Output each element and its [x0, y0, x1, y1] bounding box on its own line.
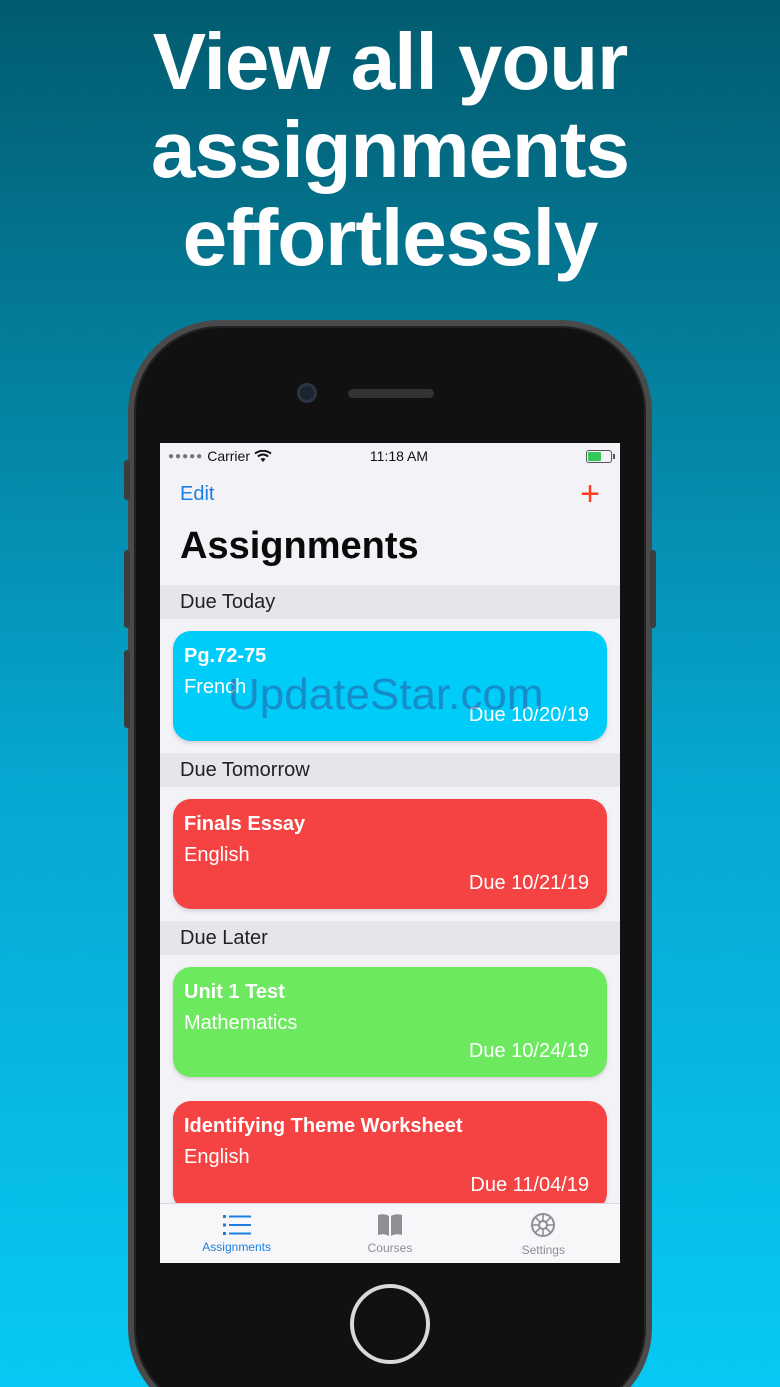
status-bar: ●●●●● Carrier 11:18 AM [160, 443, 620, 469]
phone-power-button [650, 550, 656, 628]
headline-line-3: effortlessly [182, 193, 599, 282]
earpiece-speaker [348, 389, 434, 398]
assignment-course: Mathematics [184, 1012, 298, 1034]
tab-settings[interactable]: Settings [483, 1211, 603, 1257]
assignment-card[interactable]: Unit 1 Test Mathematics Due 10/24/19 [173, 967, 607, 1077]
assignment-due-date: Due 11/04/19 [470, 1174, 589, 1196]
signal-dots-icon: ●●●●● [168, 450, 204, 462]
assignment-card[interactable]: Identifying Theme Worksheet English Due … [173, 1101, 607, 1211]
list-icon [222, 1214, 251, 1235]
headline-line-1: View all your [152, 17, 629, 106]
tab-label: Assignments [202, 1239, 271, 1254]
section-header: Due Today [160, 585, 620, 619]
gear-icon [531, 1212, 556, 1237]
assignment-card[interactable]: Finals Essay English Due 10/21/19 [173, 799, 607, 909]
assignment-course: English [184, 1146, 250, 1168]
section-due-later: Due Later Unit 1 Test Mathematics Due 10… [160, 921, 620, 1223]
assignment-course: English [184, 844, 250, 866]
page-title: Assignments [180, 525, 419, 567]
app-screen: ●●●●● Carrier 11:18 AM Edit + Assignment… [160, 443, 620, 1263]
assignment-title: Unit 1 Test [184, 981, 285, 1003]
section-due-tomorrow: Due Tomorrow Finals Essay English Due 10… [160, 753, 620, 921]
phone-volume-down [124, 650, 130, 728]
status-time: 11:18 AM [369, 448, 429, 464]
section-due-today: Due Today Pg.72-75 French Due 10/20/19 [160, 585, 620, 753]
front-camera [297, 383, 317, 403]
promo-headline: View all your assignments effortlessly [0, 18, 780, 282]
section-header: Due Tomorrow [160, 753, 620, 787]
add-assignment-button[interactable]: + [580, 477, 600, 511]
home-button[interactable] [350, 1284, 430, 1364]
phone-volume-up [124, 550, 130, 628]
assignment-card[interactable]: Pg.72-75 French Due 10/20/19 [173, 631, 607, 741]
assignment-due-date: Due 10/24/19 [468, 1040, 589, 1062]
edit-button[interactable]: Edit [180, 483, 214, 506]
book-icon [377, 1213, 402, 1236]
navigation-bar: Edit + [160, 469, 620, 519]
wifi-icon [254, 449, 272, 462]
assignment-title: Finals Essay [184, 813, 306, 835]
assignment-due-date: Due 10/21/19 [468, 872, 589, 894]
tab-label: Settings [521, 1242, 565, 1257]
assignment-title: Identifying Theme Worksheet [184, 1115, 463, 1137]
battery-icon [585, 449, 615, 463]
phone-silent-switch [124, 460, 130, 500]
assignment-title: Pg.72-75 [184, 645, 267, 667]
headline-line-2: assignments [150, 105, 630, 194]
assignment-course: French [184, 676, 247, 698]
tab-bar: Assignments Courses Settings [160, 1203, 620, 1263]
assignment-due-date: Due 10/20/19 [468, 704, 589, 726]
tab-assignments[interactable]: Assignments [177, 1214, 297, 1254]
tab-label: Courses [367, 1240, 413, 1255]
section-header: Due Later [160, 921, 620, 955]
tab-courses[interactable]: Courses [330, 1213, 450, 1255]
carrier-label: Carrier [207, 448, 250, 464]
